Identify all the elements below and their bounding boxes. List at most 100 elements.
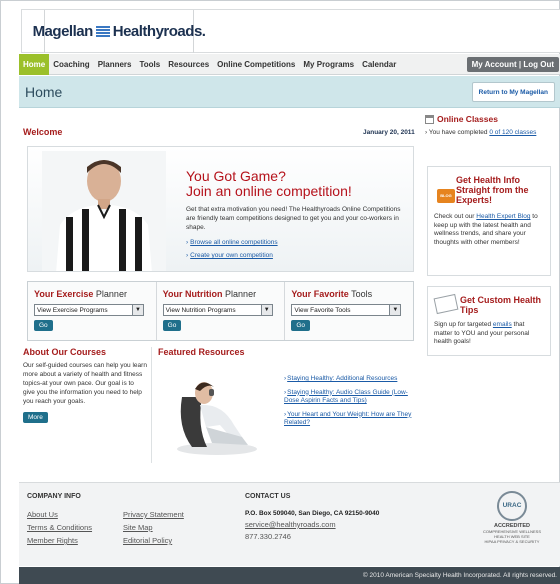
calendar-icon (425, 114, 434, 124)
hero-banner: You Got Game? Join an online competition… (27, 146, 414, 272)
planners-panel: Your Exercise Planner View Exercise Prog… (27, 281, 414, 341)
woman-with-headphones-photo (162, 367, 262, 457)
nav-my-programs[interactable]: My Programs (299, 54, 358, 75)
chevron-right-icon: › (284, 375, 287, 382)
health-info-title: Get Health Info Straight from the Expert… (456, 175, 529, 205)
footer: COMPANY INFO About Us Privacy Statement … (19, 482, 560, 566)
privacy-statement-link[interactable]: Privacy Statement (123, 510, 213, 519)
online-classes-title: Online Classes (437, 114, 498, 124)
urac-line-3: HIPAA PRIVACY & SECURITY (484, 539, 540, 544)
planner-prefix: Your (34, 289, 54, 299)
chevron-right-icon: › (186, 252, 189, 259)
envelope-icon (433, 293, 459, 315)
page: Magellan Healthyroads. Home Coaching Pla… (0, 0, 560, 584)
featured-link-3[interactable]: Your Heart and Your Weight: How are They… (284, 411, 411, 427)
nutrition-programs-select[interactable]: View Nutrition Programs ▼ (162, 304, 273, 316)
member-rights-link[interactable]: Member Rights (27, 536, 123, 545)
browse-competitions-link[interactable]: Browse all online competitions (190, 239, 277, 246)
site-map-link[interactable]: Site Map (123, 523, 213, 532)
nav-online-competitions[interactable]: Online Competitions (213, 54, 299, 75)
hero-description: Get that extra motivation you need! The … (186, 206, 401, 231)
courses-more-button[interactable]: More (23, 412, 48, 423)
create-competition-link[interactable]: Create your own competition (190, 252, 273, 259)
nav-resources[interactable]: Resources (164, 54, 213, 75)
dropdown-arrow-icon: ▼ (132, 305, 143, 315)
nutrition-go-button[interactable]: Go (162, 320, 182, 331)
favorite-tools-select[interactable]: View Favorite Tools ▼ (291, 304, 402, 316)
postal-address: P.O. Box 509040, San Diego, CA 92150-904… (245, 510, 380, 517)
nav-calendar[interactable]: Calendar (358, 54, 400, 75)
contact-title: CONTACT US (245, 493, 291, 500)
featured-resources: Featured Resources ›Staying Healthy: Add… (151, 347, 414, 463)
health-tips-text-pre: Sign up for targeted (434, 321, 492, 328)
planner-suffix: Tools (351, 289, 373, 299)
planner-keyword: Favorite (313, 289, 349, 299)
classes-progress-link[interactable]: 0 of 120 classes (489, 129, 536, 136)
logo-right: Healthyroads. (112, 23, 206, 40)
favorite-tools: Your Favorite Tools View Favorite Tools ▼… (284, 282, 413, 340)
nav-planners[interactable]: Planners (94, 54, 136, 75)
logout-link[interactable]: Log Out (523, 60, 554, 69)
featured-link-1[interactable]: Staying Healthy: Additional Resources (287, 375, 397, 382)
main-nav: Home Coaching Planners Tools Resources O… (19, 53, 560, 75)
logo-left: Magellan (32, 23, 94, 40)
nav-home[interactable]: Home (19, 53, 50, 75)
chevron-right-icon: › (186, 239, 189, 246)
terms-conditions-link[interactable]: Terms & Conditions (27, 523, 123, 532)
health-tips-box: Get Custom Health Tips Sign up for targe… (427, 286, 551, 356)
courses-title: About Our Courses (23, 347, 107, 357)
list-item: ›Staying Healthy: Additional Resources (284, 375, 412, 384)
chevron-right-icon: › (284, 410, 287, 418)
health-expert-blog-link[interactable]: Health Expert Blog (476, 213, 530, 220)
phone-number: 877.330.2746 (245, 532, 291, 541)
title-bar: Home Return to My Magellan (19, 76, 560, 108)
dropdown-arrow-icon: ▼ (260, 305, 272, 315)
hero-title-line1: You Got Game? (186, 168, 286, 184)
exercise-go-button[interactable]: Go (34, 320, 53, 331)
list-item: ›Your Heart and Your Weight: How are The… (284, 411, 412, 428)
about-courses: About Our Courses Our self-guided course… (23, 347, 147, 463)
welcome-heading: Welcome (23, 127, 63, 137)
health-info-box: BLOG Get Health Info Straight from the E… (427, 166, 551, 276)
exercise-planner: Your Exercise Planner View Exercise Prog… (28, 282, 156, 340)
featured-link-2[interactable]: Staying Healthy: Audio Class Guide (Low-… (284, 389, 408, 405)
featured-title: Featured Resources (158, 347, 245, 357)
account-box: My Account | Log Out (466, 57, 559, 72)
emails-link[interactable]: emails (493, 321, 512, 328)
company-info-title: COMPANY INFO (27, 493, 81, 500)
list-item: ›Staying Healthy: Audio Class Guide (Low… (284, 389, 412, 406)
about-us-link[interactable]: About Us (27, 510, 123, 519)
nav-coaching[interactable]: Coaching (49, 54, 93, 75)
planner-suffix: Planner (95, 289, 127, 299)
health-tips-title: Get Custom Health Tips (460, 295, 542, 315)
online-classes-box: Online Classes › You have completed 0 of… (425, 114, 549, 154)
courses-text: Our self-guided courses can help you lea… (23, 362, 147, 405)
nutrition-planner: Your Nutrition Planner View Nutrition Pr… (155, 282, 285, 340)
planner-keyword: Nutrition (185, 289, 223, 299)
health-info-text-pre: Check out our (434, 213, 475, 220)
nav-separator: | (518, 60, 522, 69)
planner-prefix: Your (162, 289, 183, 299)
my-account-link[interactable]: My Account (472, 60, 517, 69)
favorite-tools-go-button[interactable]: Go (291, 320, 311, 331)
editorial-policy-link[interactable]: Editorial Policy (123, 536, 213, 545)
classes-text: You have completed (428, 129, 488, 136)
company-info: COMPANY INFO About Us Privacy Statement … (27, 493, 213, 545)
referee-photo (42, 151, 166, 271)
return-to-my-magellan-button[interactable]: Return to My Magellan (471, 82, 555, 102)
nav-tools[interactable]: Tools (135, 54, 164, 75)
logo[interactable]: Magellan Healthyroads. (33, 10, 206, 53)
exercise-programs-select[interactable]: View Exercise Programs ▼ (34, 304, 144, 316)
page-title: Home (25, 84, 63, 100)
copyright: © 2010 American Specialty Health Incorpo… (19, 567, 560, 584)
dropdown-arrow-icon: ▼ (389, 305, 401, 315)
email-link[interactable]: service@healthyroads.com (245, 520, 379, 529)
planner-suffix: Planner (225, 289, 257, 299)
blog-icon: BLOG (437, 189, 455, 203)
contact-us: CONTACT US P.O. Box 509040, San Diego, C… (245, 493, 379, 541)
hero-title-line2: Join an online competition! (186, 183, 352, 199)
planner-prefix: Your (291, 289, 312, 299)
chevron-right-icon: › (425, 129, 428, 136)
urac-badge[interactable]: URAC ACCREDITED COMPREHENSIVE WELLNESS H… (471, 491, 553, 544)
current-date: January 20, 2011 (363, 129, 415, 136)
